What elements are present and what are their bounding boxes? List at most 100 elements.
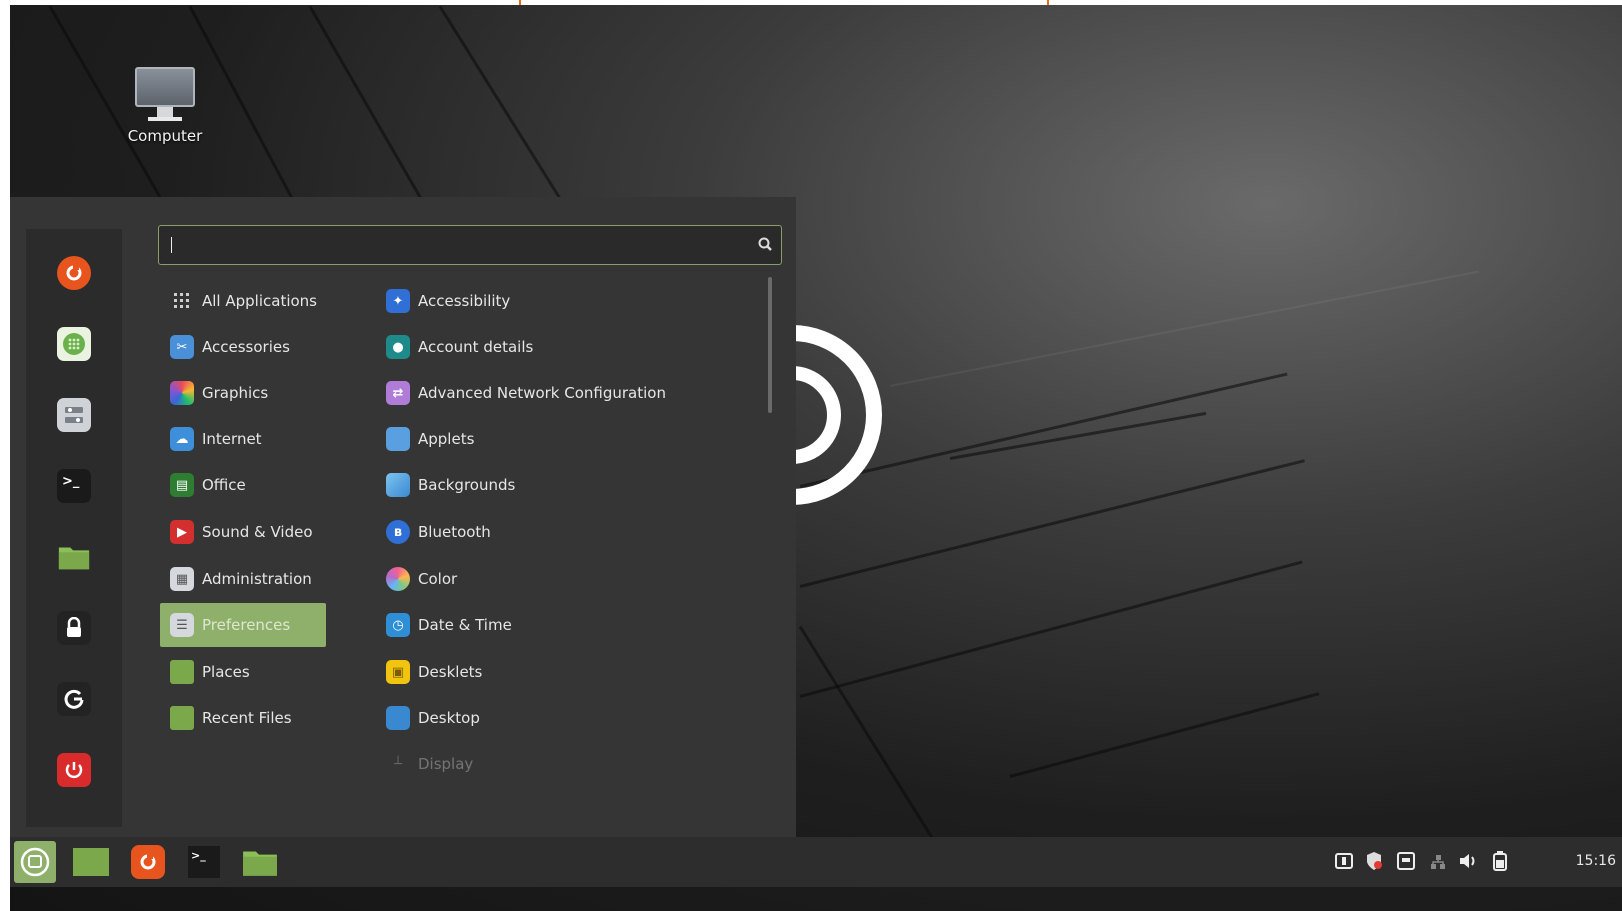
show-desktop-button[interactable] xyxy=(70,841,112,883)
administration-icon: ▦ xyxy=(170,567,194,591)
text-cursor xyxy=(171,237,172,253)
color-icon xyxy=(386,567,410,591)
app-label: Bluetooth xyxy=(418,523,491,541)
sound-video-icon: ▶ xyxy=(170,520,194,544)
wall-stripe xyxy=(1009,692,1320,778)
app-label: Display xyxy=(418,755,474,773)
favorite-logout[interactable] xyxy=(52,677,96,721)
software-manager-icon xyxy=(57,327,91,361)
wall-stripe xyxy=(798,625,940,848)
favorite-quit[interactable] xyxy=(52,748,96,792)
app-desktop[interactable]: Desktop xyxy=(386,696,480,740)
app-label: Desktop xyxy=(418,709,480,727)
app-label: Advanced Network Configuration xyxy=(418,384,666,402)
app-color[interactable]: Color xyxy=(386,557,457,601)
category-sound-video[interactable]: ▶ Sound & Video xyxy=(160,510,326,554)
app-label: Color xyxy=(418,570,458,588)
favorite-terminal[interactable]: >_ xyxy=(52,464,96,508)
application-menu: >_ All Applications ✂ Accessories Graphi… xyxy=(10,197,796,837)
wall-stripe xyxy=(949,411,1207,460)
network-tray[interactable] xyxy=(1428,851,1448,871)
category-office[interactable]: ▤ Office xyxy=(160,463,326,507)
app-advanced-network-configuration[interactable]: ⇄ Advanced Network Configuration xyxy=(386,371,666,415)
orange-marker xyxy=(519,0,521,5)
category-label: Places xyxy=(202,663,250,681)
lock-icon xyxy=(57,611,91,645)
network-config-icon: ⇄ xyxy=(386,381,410,405)
panel-firefox-launcher[interactable] xyxy=(127,841,169,883)
app-display[interactable]: ┴ Display xyxy=(386,742,473,786)
office-icon: ▤ xyxy=(170,473,194,497)
volume-tray[interactable] xyxy=(1458,851,1478,871)
folder-icon xyxy=(57,540,91,574)
graphics-icon xyxy=(170,381,194,405)
removable-drives-tray[interactable] xyxy=(1396,851,1416,871)
menu-button[interactable] xyxy=(14,841,56,883)
app-label: Account details xyxy=(418,338,534,356)
app-backgrounds[interactable]: Backgrounds xyxy=(386,463,515,507)
drive-icon xyxy=(1397,852,1415,870)
computer-icon-stand xyxy=(157,107,173,117)
logout-icon xyxy=(57,682,91,716)
folder-icon xyxy=(170,660,194,684)
wall-stripe xyxy=(889,270,1480,387)
wall-stripe xyxy=(438,5,580,228)
favorites-column: >_ xyxy=(26,229,122,827)
wall-stripe xyxy=(799,560,1303,698)
desktop-icon-computer[interactable]: Computer xyxy=(110,67,220,145)
firefox-icon xyxy=(131,845,165,879)
app-bluetooth[interactable]: ʙ Bluetooth xyxy=(386,510,491,554)
app-desklets[interactable]: ▣ Desklets xyxy=(386,650,482,694)
bottom-panel: >_ 15:16 xyxy=(10,837,1622,887)
category-places[interactable]: Places xyxy=(160,650,326,694)
favorite-lock-screen[interactable] xyxy=(52,606,96,650)
category-label: Preferences xyxy=(202,616,291,634)
favorite-system-settings[interactable] xyxy=(52,393,96,437)
category-internet[interactable]: ☁ Internet xyxy=(160,417,326,461)
app-accessibility[interactable]: ✦ Accessibility xyxy=(386,279,510,323)
category-label: Accessories xyxy=(202,338,290,356)
orange-marker xyxy=(1047,0,1049,5)
desktop-icon xyxy=(386,706,410,730)
applets-icon xyxy=(386,427,410,451)
accessories-icon: ✂ xyxy=(170,335,194,359)
settings-icon xyxy=(57,398,91,432)
category-label: Sound & Video xyxy=(202,523,313,541)
display-icon: ┴ xyxy=(394,756,402,772)
terminal-icon: >_ xyxy=(57,469,91,503)
category-recent-files[interactable]: Recent Files xyxy=(160,696,326,740)
mint-menu-icon xyxy=(20,847,50,877)
shield-icon xyxy=(1367,852,1382,870)
grid-icon xyxy=(170,289,194,313)
search-icon xyxy=(758,237,772,251)
firefox-icon xyxy=(57,256,91,290)
category-graphics[interactable]: Graphics xyxy=(160,371,326,415)
battery-tray[interactable] xyxy=(1490,851,1510,871)
category-accessories[interactable]: ✂ Accessories xyxy=(160,325,326,369)
computer-icon-base xyxy=(148,117,182,121)
computer-icon xyxy=(135,67,195,107)
apps-scrollbar[interactable] xyxy=(768,277,772,413)
app-label: Accessibility xyxy=(418,292,511,310)
app-date-time[interactable]: ◷ Date & Time xyxy=(386,603,512,647)
category-all-applications[interactable]: All Applications xyxy=(160,279,326,323)
category-preferences[interactable]: ☰ Preferences xyxy=(160,603,326,647)
app-applets[interactable]: Applets xyxy=(386,417,474,461)
panel-terminal-launcher[interactable]: >_ xyxy=(183,841,225,883)
search-input[interactable] xyxy=(158,225,782,265)
favorite-files[interactable] xyxy=(52,535,96,579)
folder-icon xyxy=(243,851,277,876)
favorite-firefox[interactable] xyxy=(52,251,96,295)
panel-files-launcher[interactable] xyxy=(239,841,281,883)
backgrounds-icon xyxy=(386,473,410,497)
account-icon: ● xyxy=(386,335,410,359)
category-administration[interactable]: ▦ Administration xyxy=(160,557,326,601)
battery-icon xyxy=(1493,851,1507,871)
favorite-software-manager[interactable] xyxy=(52,322,96,366)
category-label: All Applications xyxy=(202,292,317,310)
update-manager-tray[interactable] xyxy=(1364,851,1384,871)
app-account-details[interactable]: ● Account details xyxy=(386,325,533,369)
clock[interactable]: 15:16 xyxy=(1576,853,1616,869)
category-label: Graphics xyxy=(202,384,269,402)
workspace-indicator[interactable] xyxy=(1334,851,1354,871)
